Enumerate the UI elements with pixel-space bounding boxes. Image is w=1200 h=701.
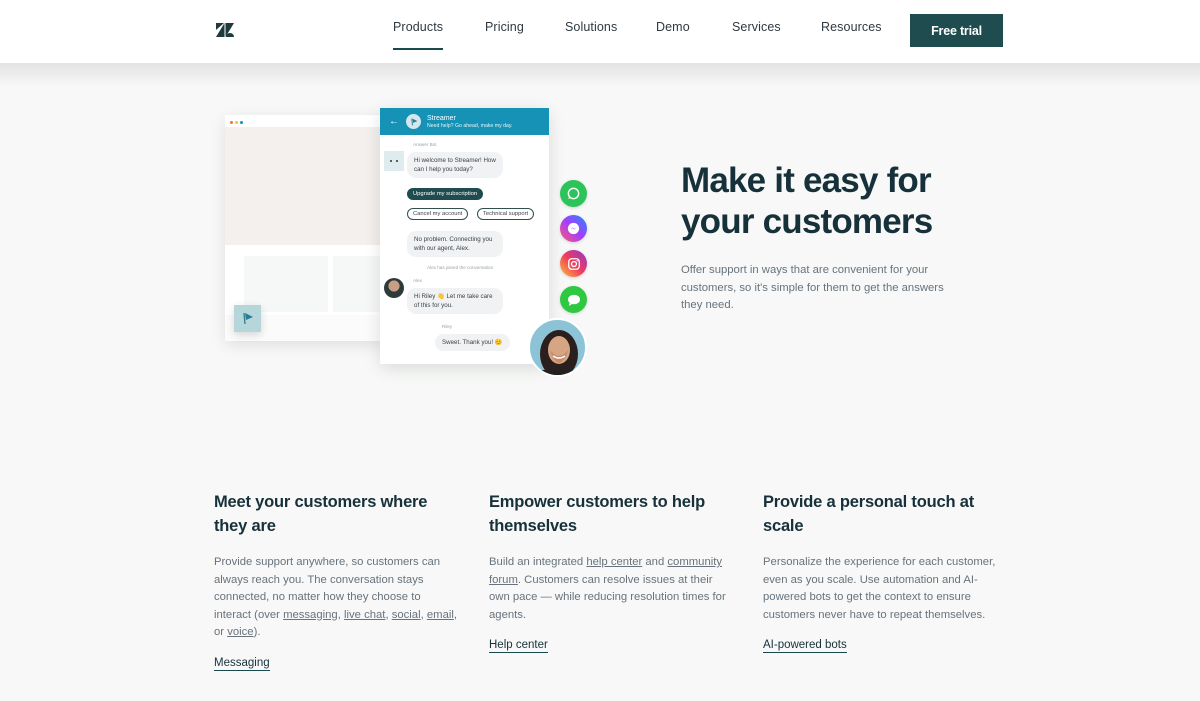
hero-body: Offer support in ways that are convenien… bbox=[681, 264, 944, 311]
feature-column: Meet your customers where they are Provi… bbox=[214, 491, 459, 671]
agent-message: Hi Riley 👋 Let me take care of this for … bbox=[407, 288, 503, 314]
chat-subtitle: Need help? Go ahead, make my day. bbox=[427, 122, 513, 129]
dot-yellow bbox=[235, 121, 238, 124]
site-header: Products Pricing Solutions Demo Services… bbox=[0, 0, 1200, 63]
nav-solutions[interactable]: Solutions bbox=[565, 20, 617, 34]
web-widget-launcher[interactable] bbox=[234, 305, 261, 332]
nav-services[interactable]: Services bbox=[732, 20, 781, 34]
feature-title: Empower customers to help themselves bbox=[489, 493, 705, 535]
agent-avatar bbox=[384, 278, 404, 298]
text: ). bbox=[253, 626, 261, 638]
chat-brand-name: Streamer bbox=[427, 114, 456, 122]
email-link[interactable]: email bbox=[427, 609, 454, 621]
system-message: Alex has joined the conversation bbox=[427, 265, 494, 270]
feature-title: Provide a personal touch at scale bbox=[763, 493, 974, 535]
ai-bots-cta-link[interactable]: AI-powered bots bbox=[763, 639, 847, 653]
agent-label: Alex bbox=[413, 278, 422, 283]
messaging-link[interactable]: messaging bbox=[283, 609, 338, 621]
nav-products[interactable]: Products bbox=[393, 20, 444, 50]
bot-message: Hi welcome to Streamer! How can I help y… bbox=[407, 152, 503, 178]
feature-body: Build an integrated help center and comm… bbox=[489, 554, 734, 624]
text: . Customers can resolve issues at their … bbox=[489, 573, 726, 621]
customer-photo bbox=[528, 318, 587, 377]
option-technical[interactable]: Technical support bbox=[477, 208, 535, 220]
back-arrow-icon[interactable]: ← bbox=[389, 116, 399, 127]
browser-hero-block bbox=[225, 127, 385, 245]
customer-label: Riley bbox=[442, 324, 453, 329]
browser-card bbox=[333, 256, 385, 312]
customer-message: Sweet. Thank you! 😊 bbox=[435, 334, 510, 351]
bot-reply: No problem. Connecting you with our agen… bbox=[407, 231, 503, 257]
feature-column: Empower customers to help themselves Bui… bbox=[489, 491, 734, 653]
help-center-inline-link[interactable]: help center bbox=[586, 556, 642, 568]
option-cancel[interactable]: Cancel my account bbox=[407, 208, 469, 220]
free-trial-button[interactable]: Free trial bbox=[910, 14, 1003, 47]
instagram-icon bbox=[560, 250, 587, 277]
chat-header: ← Streamer Need help? Go ahead, make my … bbox=[380, 108, 549, 135]
feature-title: Meet your customers where they are bbox=[214, 493, 428, 535]
header-shadow bbox=[0, 63, 1200, 87]
voice-link[interactable]: voice bbox=[227, 626, 253, 638]
chat-header-text: Streamer Need help? Go ahead, make my da… bbox=[427, 115, 513, 129]
chat-widget: ← Streamer Need help? Go ahead, make my … bbox=[380, 108, 549, 364]
feature-body: Provide support anywhere, so customers c… bbox=[214, 554, 459, 642]
text: Build an integrated bbox=[489, 556, 587, 568]
text: and bbox=[642, 556, 668, 568]
browser-card bbox=[244, 256, 328, 312]
nav-resources[interactable]: Resources bbox=[821, 20, 882, 34]
nav-pricing[interactable]: Pricing bbox=[485, 20, 524, 34]
help-center-cta-link[interactable]: Help center bbox=[489, 639, 548, 653]
flag-icon bbox=[243, 312, 253, 325]
live-chat-link[interactable]: live chat bbox=[344, 609, 385, 621]
feature-body: Personalize the experience for each cust… bbox=[763, 556, 996, 621]
dot-blue bbox=[240, 121, 243, 124]
nav-demo[interactable]: Demo bbox=[656, 20, 690, 34]
feature-column: Provide a personal touch at scale Person… bbox=[763, 491, 1008, 653]
brand-avatar bbox=[406, 114, 421, 129]
window-dots bbox=[230, 121, 243, 124]
flag-icon bbox=[410, 118, 417, 125]
option-upgrade[interactable]: Upgrade my subscription bbox=[407, 188, 484, 200]
bot-label: Answer Bot bbox=[413, 142, 437, 147]
zendesk-logo-icon[interactable] bbox=[216, 23, 234, 37]
hero-title: Make it easy for your customers bbox=[681, 161, 933, 241]
dot-red bbox=[230, 121, 233, 124]
imessage-icon bbox=[560, 286, 587, 313]
whatsapp-icon bbox=[560, 180, 587, 207]
bot-avatar bbox=[384, 151, 404, 171]
social-link[interactable]: social bbox=[392, 609, 421, 621]
messaging-cta-link[interactable]: Messaging bbox=[214, 657, 270, 671]
messenger-icon bbox=[560, 215, 587, 242]
